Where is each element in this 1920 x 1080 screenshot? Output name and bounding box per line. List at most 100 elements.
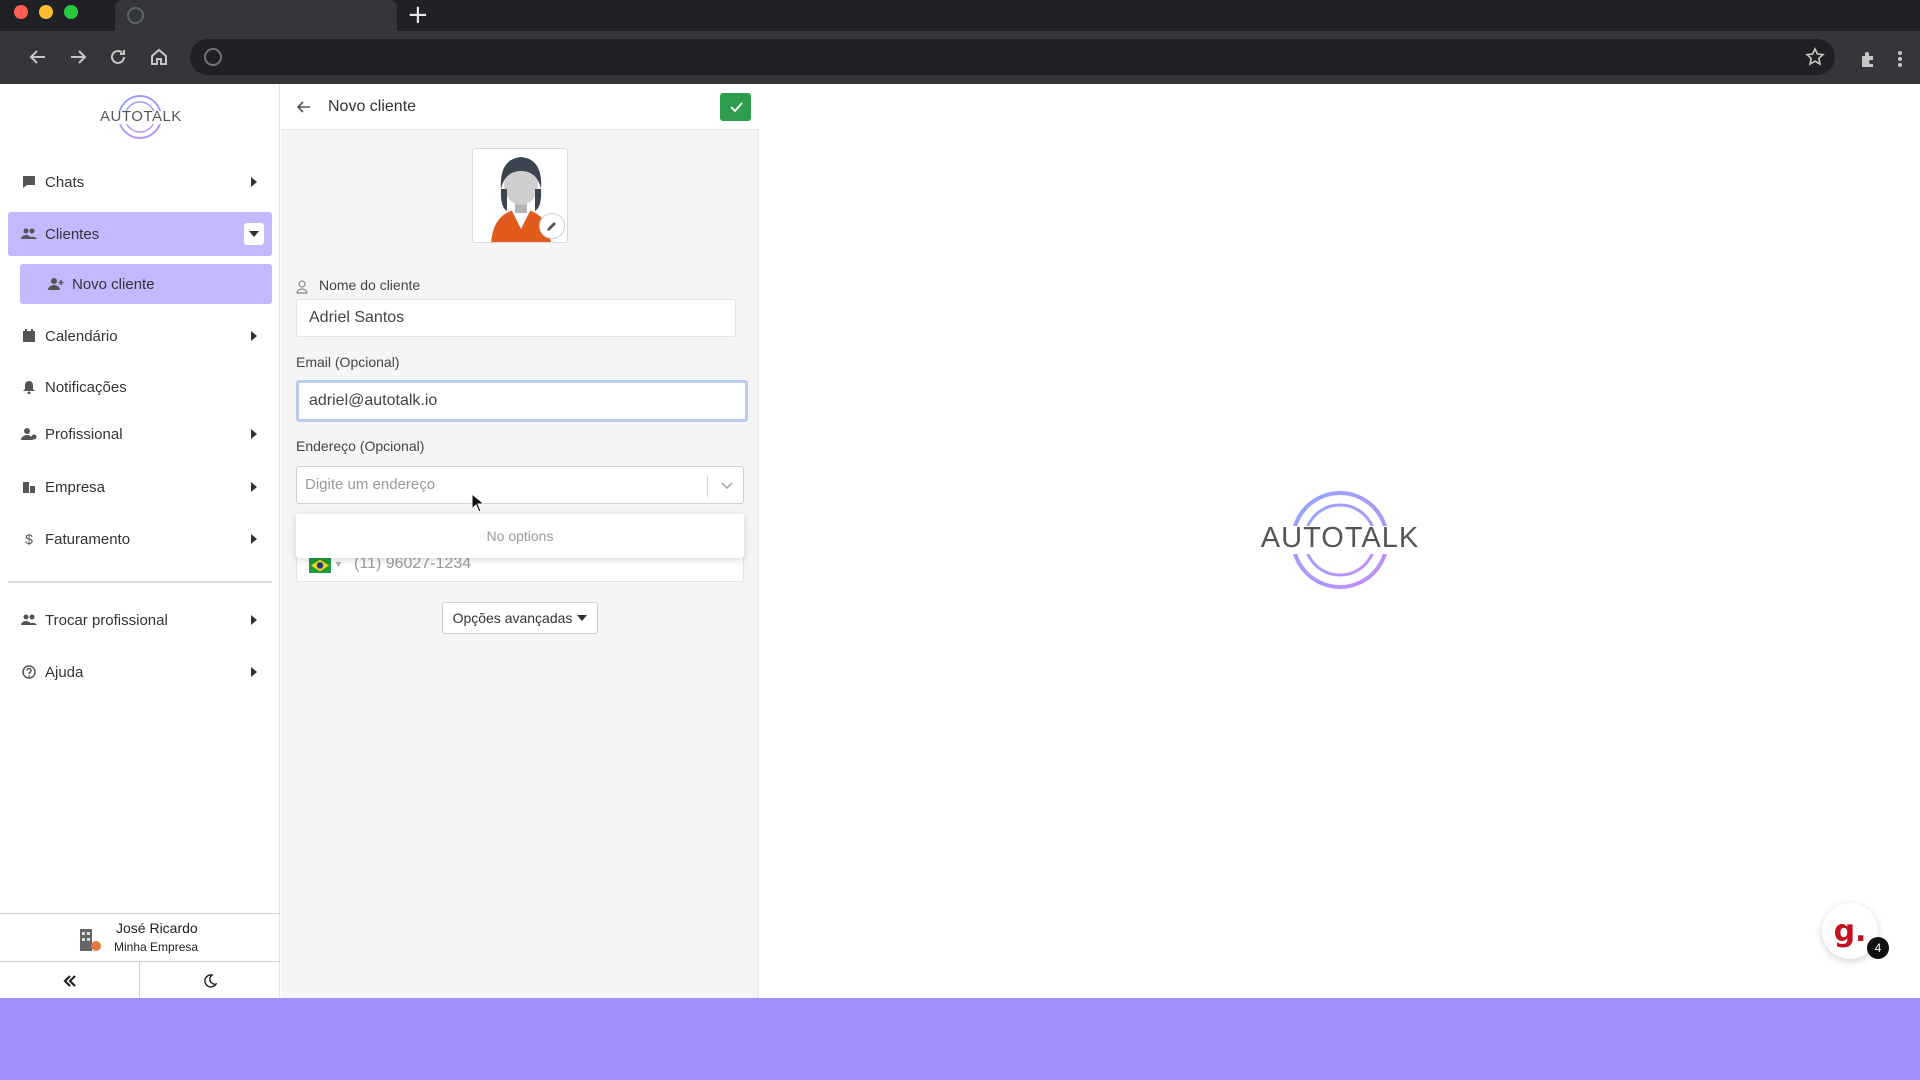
sidebar-divider [8,581,272,583]
address-input[interactable] [305,476,695,493]
help-icon [21,664,37,680]
address-bar[interactable] [190,39,1835,75]
advanced-options-label: Opções avançadas [452,610,573,626]
no-options-text: No options [486,528,554,544]
email-field[interactable] [296,380,748,422]
sidebar-item-trocar-profissional[interactable]: Trocar profissional [8,598,272,642]
back-button[interactable] [295,98,313,116]
collapse-sidebar-button[interactable] [0,962,140,999]
calendar-icon [21,328,37,344]
logo-text: AUTOTALK [1260,522,1420,554]
browser-toolbar [0,31,1920,84]
sidebar-item-empresa[interactable]: Empresa [8,465,272,509]
caret-right-icon [246,531,262,547]
advanced-options-button[interactable]: Opções avançadas [442,602,598,634]
minimize-window-button[interactable] [39,5,53,19]
home-icon [151,48,167,65]
name-field[interactable] [296,299,736,337]
browser-tab[interactable] [115,0,397,31]
mouse-cursor-icon [471,493,485,513]
dollar-icon: $ [25,531,33,547]
company-building-icon [80,929,101,951]
autotalk-logo[interactable]: AUTOTALK [100,92,182,142]
close-window-button[interactable] [14,5,28,19]
moon-icon [204,973,217,988]
caret-down-icon[interactable] [244,223,264,245]
avatar-upload[interactable] [472,148,568,243]
dark-mode-toggle[interactable] [140,962,280,999]
professional-icon [21,426,37,442]
chevron-down-icon[interactable] [717,477,737,495]
caret-right-icon [246,479,262,495]
sidebar-item-profissional[interactable]: Profissional [8,412,272,456]
sidebar-item-notificacoes[interactable]: Notificações [8,365,272,409]
brazil-flag-icon[interactable] [309,558,331,573]
user-info[interactable]: José Ricardo Minha Empresa [0,914,280,962]
user-panel: José Ricardo Minha Empresa [0,913,280,999]
forward-nav-button[interactable] [62,41,94,73]
logo-text: AUTOTALK [100,108,182,125]
browser-tab-bar: + [0,0,1920,31]
footer-band [0,998,1920,1080]
reload-button[interactable] [102,41,134,73]
sidebar-item-label: Trocar profissional [45,611,168,629]
user-company: Minha Empresa [114,940,199,954]
sidebar-item-label: Ajuda [45,663,84,681]
double-chevron-left-icon [62,974,76,987]
extensions-icon[interactable] [1858,49,1878,69]
notification-badge: 4 [1867,937,1889,959]
address-select[interactable] [296,466,744,504]
sidebar-item-label: Notificações [45,378,127,396]
home-button[interactable] [143,41,175,73]
maximize-window-button[interactable] [64,5,78,19]
caret-right-icon [246,612,262,628]
save-button[interactable] [720,93,751,121]
new-tab-button[interactable]: + [407,2,429,28]
caret-down-icon [577,615,588,621]
sidebar-item-label: Calendário [45,327,118,345]
check-icon [729,102,743,113]
switch-users-icon [21,612,37,628]
menu-dots-icon[interactable] [1896,49,1904,69]
autotalk-main-logo: AUTOTALK [1255,488,1425,593]
back-nav-button[interactable] [22,41,54,73]
sidebar-item-faturamento[interactable]: $ Faturamento [8,517,272,561]
sidebar-item-ajuda[interactable]: Ajuda [8,650,272,694]
pencil-icon [547,222,556,231]
email-label: Email (Opcional) [296,354,400,370]
user-outline-icon [296,280,308,294]
sidebar-subitem-novo-cliente[interactable]: Novo cliente [20,264,272,304]
arrow-right-icon [71,50,87,64]
reload-icon [111,49,125,64]
caret-right-icon [246,426,262,442]
star-icon[interactable] [1805,47,1825,67]
building-icon [21,479,37,495]
caret-right-icon [246,174,262,190]
page-title: Novo cliente [328,98,417,115]
chat-widget-glyph: g. [1833,913,1867,949]
sidebar-item-label: Clientes [45,225,100,243]
sidebar-item-clientes[interactable]: Clientes [8,212,272,256]
bell-icon [21,379,37,395]
select-separator [707,475,708,497]
panel-header: Novo cliente [281,84,759,130]
sidebar: AUTOTALK Chats Clientes Novo cliente Cal… [0,84,280,999]
name-label: Nome do cliente [319,277,421,293]
sidebar-item-label: Chats [45,173,85,191]
arrow-left-icon [29,50,45,64]
user-plus-icon [48,277,64,291]
sidebar-item-label: Faturamento [45,530,131,548]
sidebar-item-label: Empresa [45,478,106,496]
globe-icon [204,48,222,66]
edit-avatar-button[interactable] [539,213,565,239]
caret-right-icon [246,328,262,344]
users-icon [21,226,37,242]
chat-icon [21,174,37,190]
sidebar-item-chats[interactable]: Chats [8,160,272,204]
address-dropdown: No options [296,514,744,558]
sidebar-item-calendario[interactable]: Calendário [8,314,272,358]
sidebar-subitem-label: Novo cliente [72,275,155,293]
address-label: Endereço (Opcional) [296,438,425,454]
user-name: José Ricardo [116,920,198,936]
country-caret-icon[interactable]: ▼ [334,559,343,569]
